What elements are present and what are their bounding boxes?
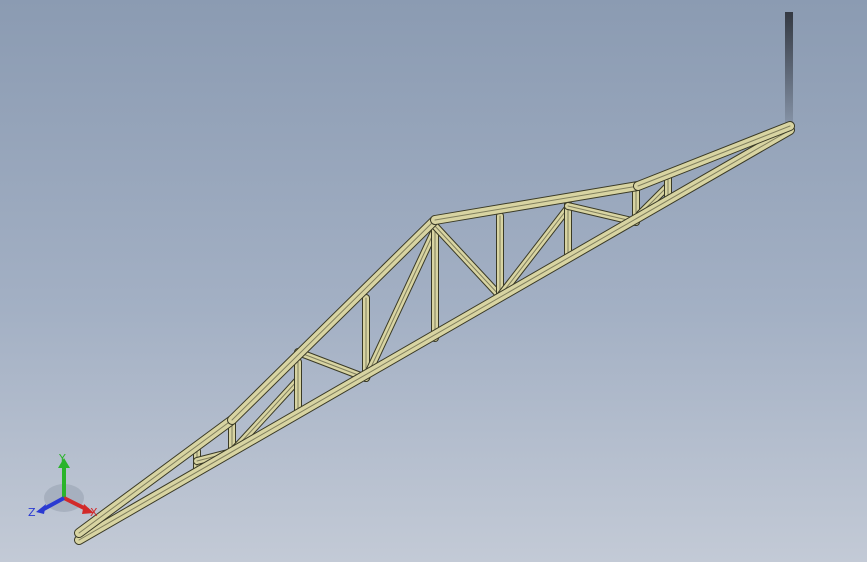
bottom-chord-centerline: [78, 129, 791, 541]
web-member-10-centerline: [434, 225, 501, 297]
top-chord-segment-1-centerline: [78, 419, 233, 534]
truss-model[interactable]: [74, 121, 795, 545]
truss-chords: [74, 121, 795, 545]
vertical-post-shadow: [785, 12, 793, 130]
web-member-6-centerline: [297, 351, 367, 379]
z-axis-label: Z: [28, 506, 36, 519]
x-axis-label: X: [90, 506, 98, 519]
model-view[interactable]: Y X Z: [0, 0, 867, 562]
z-axis-arrowhead-icon: [36, 504, 46, 514]
y-axis-label: Y: [58, 452, 66, 465]
coordinate-triad: Y X Z: [28, 452, 98, 519]
graphics-viewport[interactable]: Y X Z: [0, 0, 867, 562]
